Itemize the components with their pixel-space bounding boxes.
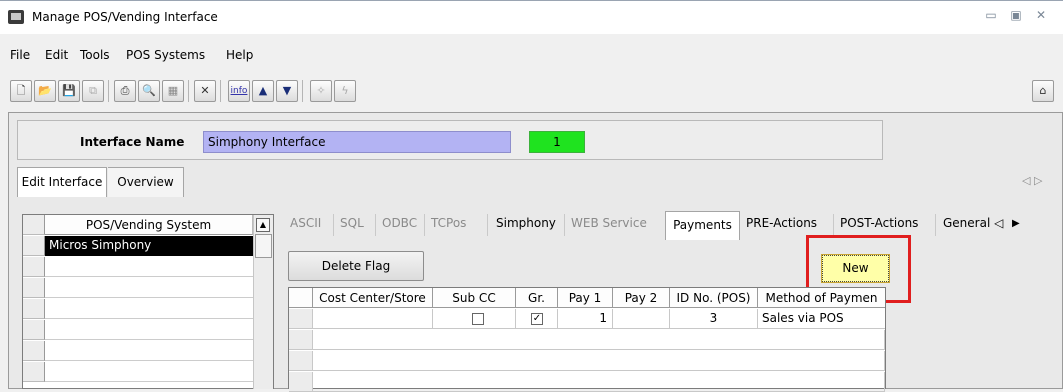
window-title: Manage POS/Vending Interface: [32, 10, 218, 24]
column-header[interactable]: ID No. (POS): [670, 288, 758, 308]
copy-icon[interactable]: ⧉: [82, 80, 104, 102]
subtab-divider: [424, 214, 425, 236]
close-icon[interactable]: ✕: [1032, 8, 1050, 24]
pay1-cell[interactable]: 1: [558, 309, 613, 329]
tab-edit-interface[interactable]: Edit Interface: [17, 167, 107, 197]
column-header[interactable]: Method of Paymen: [758, 288, 885, 308]
export-icon[interactable]: ▦: [162, 80, 184, 102]
row-header[interactable]: [289, 330, 313, 350]
scroll-up-icon[interactable]: ▲: [256, 218, 270, 232]
row-header[interactable]: [23, 299, 45, 319]
list-item[interactable]: [45, 278, 253, 298]
list-item[interactable]: [45, 341, 253, 361]
new-button[interactable]: New: [822, 255, 889, 282]
lightning-icon[interactable]: ϟ: [334, 80, 356, 102]
subtab-divider: [833, 214, 834, 236]
arrow-up-icon[interactable]: ▲: [252, 80, 274, 102]
print-preview-icon[interactable]: 🔍: [138, 80, 160, 102]
minimize-icon[interactable]: ▭: [982, 8, 1000, 24]
row-header[interactable]: [289, 309, 313, 329]
table-row[interactable]: [313, 330, 885, 350]
table-row[interactable]: [313, 351, 885, 371]
wand-icon[interactable]: ✧: [310, 80, 332, 102]
column-header[interactable]: Pay 2: [613, 288, 670, 308]
subtab-payments[interactable]: Payments: [665, 211, 740, 240]
row-header[interactable]: [289, 372, 313, 392]
interface-name-input[interactable]: Simphony Interface: [203, 131, 511, 153]
subtab-divider: [487, 214, 488, 236]
subtab-sql[interactable]: SQL: [340, 216, 364, 230]
new-file-icon[interactable]: 🗋: [10, 80, 32, 102]
list-item[interactable]: [45, 320, 253, 340]
row-header[interactable]: [23, 320, 45, 340]
row-header[interactable]: [23, 236, 45, 256]
home-icon[interactable]: ⌂: [1032, 80, 1054, 102]
column-header[interactable]: Cost Center/Store: [313, 288, 433, 308]
row-header: [23, 215, 45, 235]
tab-overview[interactable]: Overview: [108, 167, 184, 197]
subtab-tcpos[interactable]: TCPos: [431, 216, 466, 230]
delete-flag-button[interactable]: Delete Flag: [288, 251, 424, 281]
list-item[interactable]: [45, 257, 253, 277]
scrollbar-thumb[interactable]: [255, 234, 272, 258]
subtab-web-service[interactable]: WEB Service: [571, 216, 647, 230]
menu-file[interactable]: File: [10, 48, 30, 62]
toolbar-divider: [302, 80, 303, 102]
row-header[interactable]: [23, 341, 45, 361]
row-header[interactable]: [289, 351, 313, 371]
list-item[interactable]: Micros Simphony: [45, 236, 253, 256]
sub-cc-checkbox[interactable]: [472, 313, 484, 325]
subtab-pre-actions[interactable]: PRE-Actions: [746, 216, 817, 230]
subtab-scroll-right-icon[interactable]: ▶: [1012, 218, 1020, 229]
list-item[interactable]: [45, 299, 253, 319]
menu-help[interactable]: Help: [226, 48, 253, 62]
row-header[interactable]: [23, 278, 45, 298]
delete-icon[interactable]: ✕: [194, 80, 216, 102]
subtab-divider: [375, 214, 376, 236]
toolbar-divider: [108, 80, 109, 102]
interface-name-label: Interface Name: [80, 135, 185, 149]
menu-edit[interactable]: Edit: [45, 48, 68, 62]
column-header[interactable]: Pay 1: [558, 288, 613, 308]
row-header[interactable]: [23, 362, 45, 382]
subtab-divider: [564, 214, 565, 236]
pos-list-header: POS/Vending System: [45, 215, 253, 235]
app-icon: [8, 10, 24, 24]
toolbar-divider: [220, 80, 221, 102]
grid-corner: [289, 288, 313, 308]
subtab-divider: [333, 214, 334, 236]
save-icon[interactable]: 💾: [58, 80, 80, 102]
toolbar-divider: [188, 80, 189, 102]
gr-checkbox[interactable]: ✓: [531, 313, 543, 325]
subtab-general[interactable]: General ◁: [943, 216, 1003, 230]
maximize-icon[interactable]: ▣: [1007, 8, 1025, 24]
menu-tools[interactable]: Tools: [80, 48, 110, 62]
arrow-down-icon[interactable]: ▼: [276, 80, 298, 102]
row-header[interactable]: [23, 257, 45, 277]
tab-scroll-arrows[interactable]: ◁ ▷: [1022, 174, 1042, 187]
subtab-post-actions[interactable]: POST-Actions: [840, 216, 918, 230]
pay2-cell[interactable]: [613, 309, 670, 329]
method-cell[interactable]: Sales via POS: [758, 309, 885, 329]
subtab-ascii[interactable]: ASCII: [290, 216, 321, 230]
subtab-odbc[interactable]: ODBC: [382, 216, 417, 230]
print-icon[interactable]: ⎙: [114, 80, 136, 102]
cost-center-cell[interactable]: [313, 309, 433, 329]
subtab-simphony[interactable]: Simphony: [496, 216, 556, 230]
status-badge: 1: [529, 131, 585, 153]
table-row[interactable]: [313, 372, 885, 392]
info-icon[interactable]: info: [228, 80, 250, 102]
open-folder-icon[interactable]: 📂: [34, 80, 56, 102]
list-item[interactable]: [45, 362, 253, 382]
subtab-divider: [935, 214, 936, 236]
column-header[interactable]: Sub CC: [433, 288, 516, 308]
id-no-cell[interactable]: 3: [670, 309, 758, 329]
menu-pos-systems[interactable]: POS Systems: [126, 48, 205, 62]
column-header[interactable]: Gr.: [516, 288, 558, 308]
